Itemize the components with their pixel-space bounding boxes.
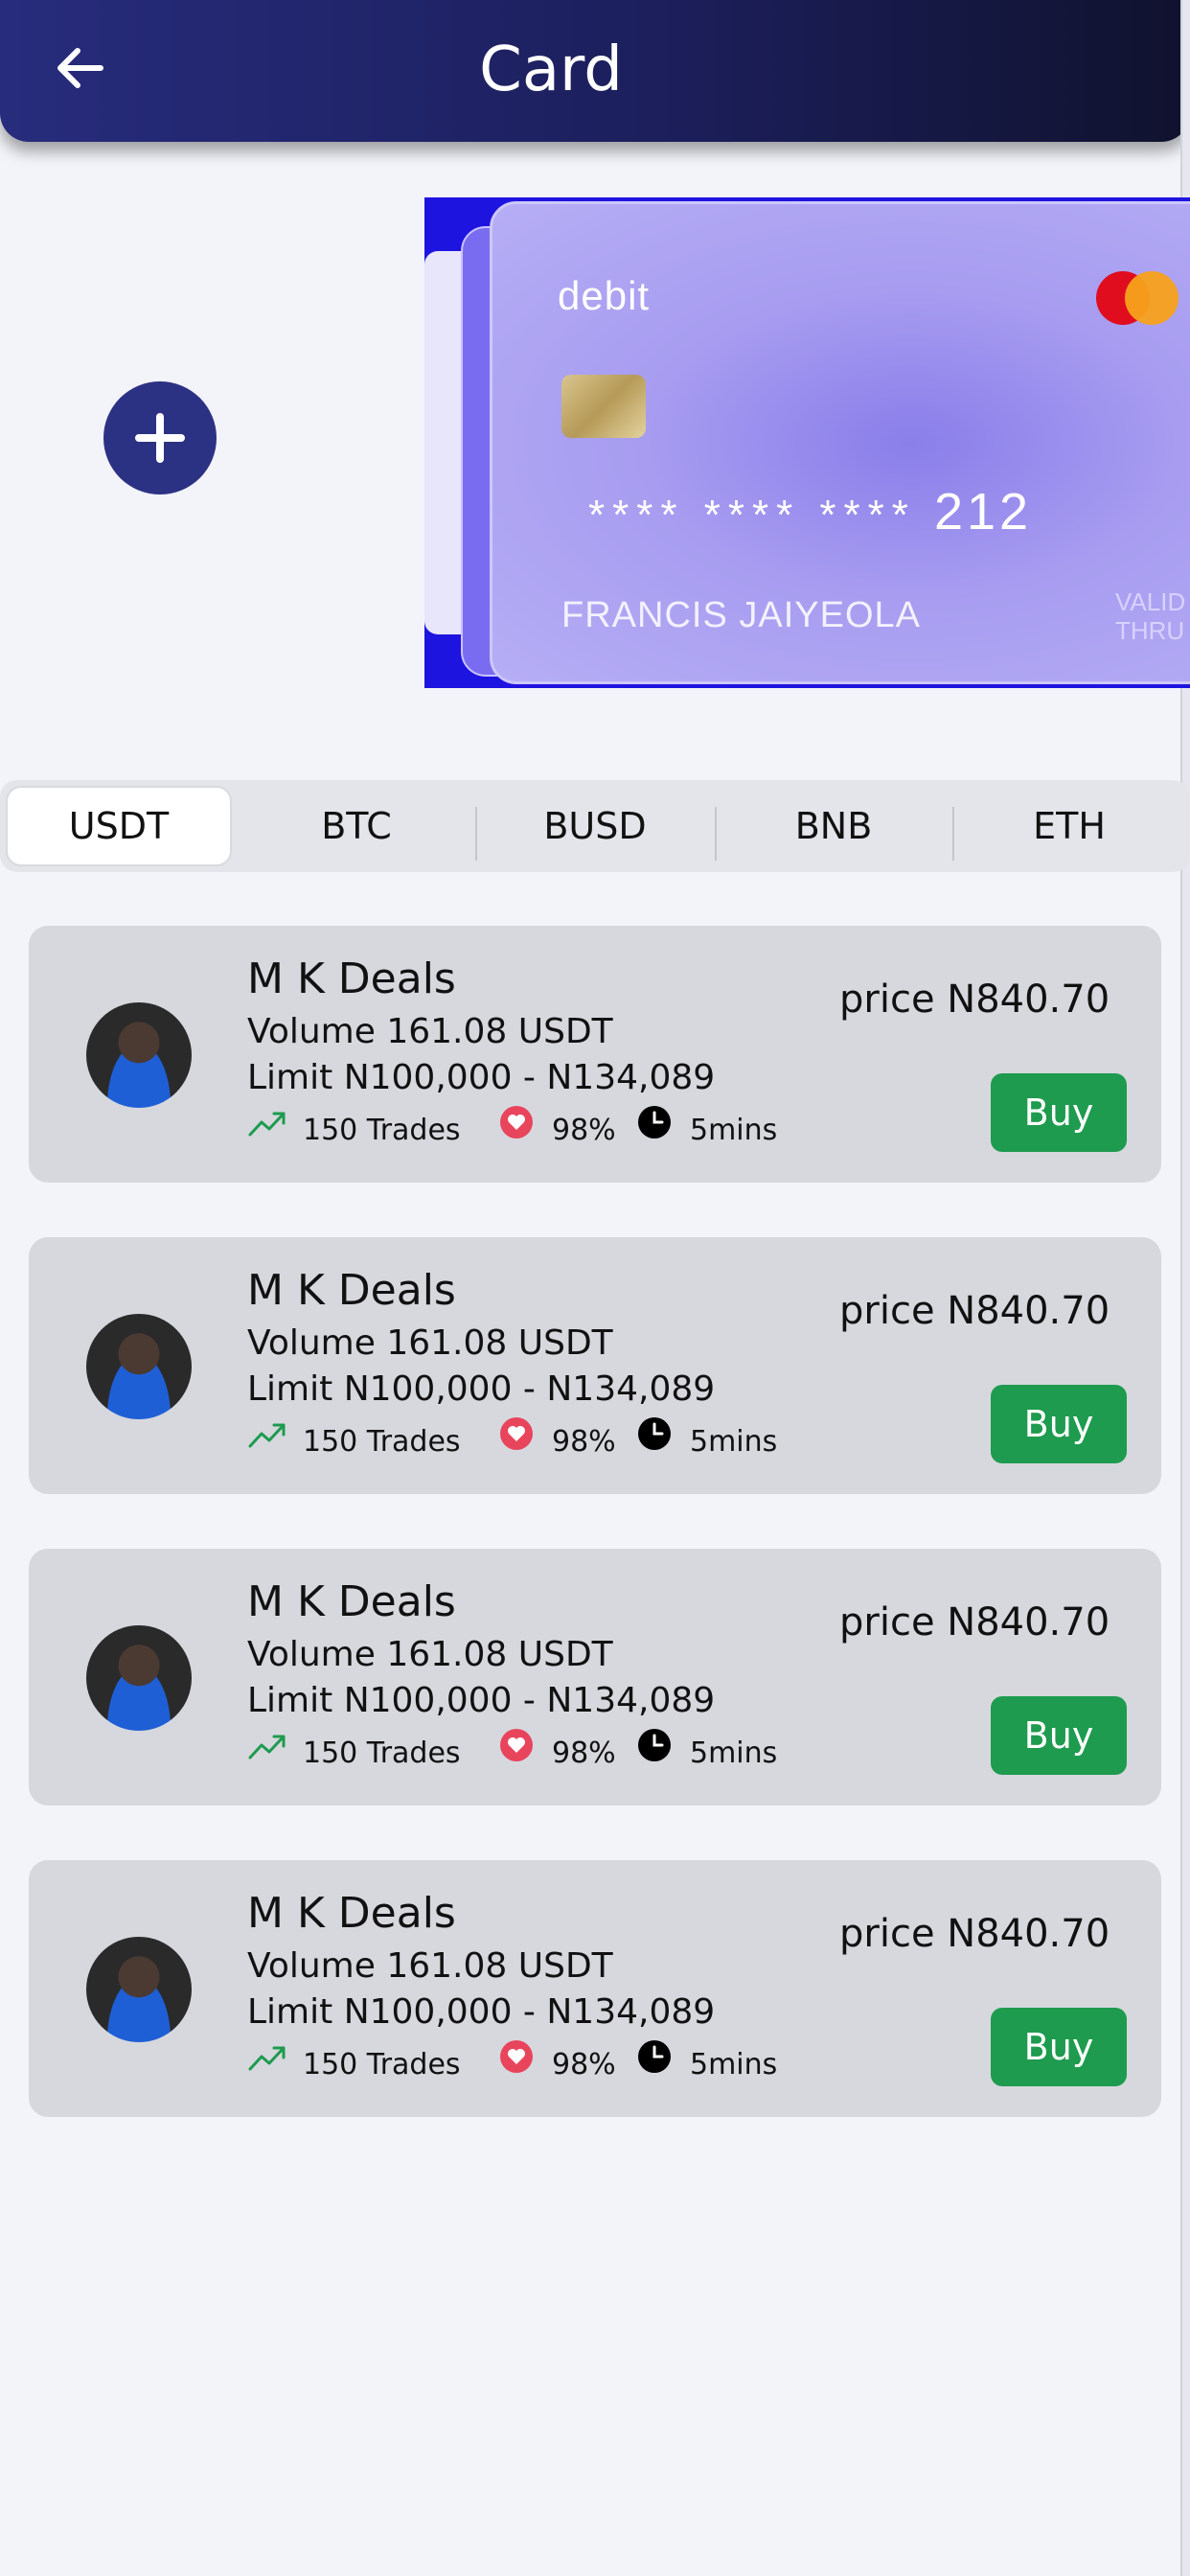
offer-limit: Limit N100,000 - N134,089: [247, 1992, 716, 2032]
plus-icon: [135, 413, 185, 463]
rating-percent: 98%: [552, 1425, 616, 1459]
offer-limit: Limit N100,000 - N134,089: [247, 1058, 716, 1097]
offer-stats: 150 Trades 98% 5mins: [247, 1417, 822, 1459]
offer-card: M K Deals Volume 161.08 USDT Limit N100,…: [29, 1860, 1161, 2117]
offer-stats: 150 Trades 98% 5mins: [247, 1729, 822, 1770]
merchant-name: M K Deals: [247, 954, 456, 1003]
response-time: 5mins: [690, 2048, 778, 2082]
trades-count: 150 Trades: [303, 1425, 461, 1459]
buy-button[interactable]: Buy: [991, 1073, 1127, 1152]
tab-eth[interactable]: ETH: [954, 786, 1184, 866]
offer-volume: Volume 161.08 USDT: [247, 1635, 613, 1674]
offer-volume: Volume 161.08 USDT: [247, 1323, 613, 1363]
trades-count: 150 Trades: [303, 2048, 461, 2082]
tab-busd[interactable]: BUSD: [477, 786, 713, 866]
rating-percent: 98%: [552, 1736, 616, 1770]
clock-icon: [638, 1106, 671, 1138]
card-number-masked: **** **** ****: [588, 492, 916, 539]
heart-icon: [500, 1106, 533, 1138]
mastercard-logo-icon: [1096, 271, 1190, 329]
rating-percent: 98%: [552, 2048, 616, 2082]
card-chip-icon: [561, 375, 646, 438]
thru-label: THRU: [1115, 616, 1185, 645]
card-carousel[interactable]: debit **** **** **** 212 FRANCIS JAIYEOL…: [424, 197, 1190, 688]
page-title: Card: [479, 34, 623, 105]
card-holder-name: FRANCIS JAIYEOLA: [561, 595, 921, 635]
heart-icon: [500, 2040, 533, 2073]
offer-card: M K Deals Volume 161.08 USDT Limit N100,…: [29, 926, 1161, 1183]
rating-percent: 98%: [552, 1114, 616, 1147]
trades-count: 150 Trades: [303, 1114, 461, 1147]
buy-button[interactable]: Buy: [991, 2008, 1127, 2086]
merchant-name: M K Deals: [247, 1266, 456, 1315]
avatar: [86, 1625, 192, 1731]
add-card-button[interactable]: [103, 381, 217, 494]
buy-button[interactable]: Buy: [991, 1385, 1127, 1463]
response-time: 5mins: [690, 1114, 778, 1147]
tab-btc[interactable]: BTC: [240, 786, 473, 866]
card-type-label: debit: [558, 273, 651, 318]
heart-icon: [500, 1417, 533, 1450]
currency-tabs: USDT BTC BUSD BNB ETH: [0, 780, 1190, 872]
heart-icon: [500, 1729, 533, 1761]
offer-price: price N840.70: [839, 1289, 1110, 1333]
card-number-suffix: 212: [933, 483, 1033, 540]
merchant-name: M K Deals: [247, 1577, 456, 1626]
card-valid-thru: VALID THRU: [1115, 587, 1185, 645]
response-time: 5mins: [690, 1736, 778, 1770]
response-time: 5mins: [690, 1425, 778, 1459]
trades-count: 150 Trades: [303, 1736, 461, 1770]
offer-stats: 150 Trades 98% 5mins: [247, 2040, 822, 2082]
merchant-name: M K Deals: [247, 1889, 456, 1938]
clock-icon: [638, 1417, 671, 1450]
debit-card[interactable]: debit **** **** **** 212 FRANCIS JAIYEOL…: [490, 201, 1190, 684]
app-header: Card: [0, 0, 1190, 142]
offer-card: M K Deals Volume 161.08 USDT Limit N100,…: [29, 1549, 1161, 1806]
tab-bnb[interactable]: BNB: [717, 786, 950, 866]
avatar: [86, 1002, 192, 1108]
buy-button[interactable]: Buy: [991, 1696, 1127, 1775]
offer-limit: Limit N100,000 - N134,089: [247, 1681, 716, 1720]
avatar: [86, 1937, 192, 2042]
tab-usdt[interactable]: USDT: [6, 786, 232, 866]
offer-volume: Volume 161.08 USDT: [247, 1012, 613, 1051]
offer-price: price N840.70: [839, 1600, 1110, 1644]
trending-up-icon: [248, 1423, 286, 1448]
offer-card: M K Deals Volume 161.08 USDT Limit N100,…: [29, 1237, 1161, 1494]
clock-icon: [638, 1729, 671, 1761]
offer-price: price N840.70: [839, 978, 1110, 1022]
card-number: **** **** **** 212: [588, 482, 1032, 541]
trending-up-icon: [248, 2046, 286, 2071]
offer-stats: 150 Trades 98% 5mins: [247, 1106, 822, 1147]
trending-up-icon: [248, 1735, 286, 1760]
offer-volume: Volume 161.08 USDT: [247, 1946, 613, 1986]
trending-up-icon: [248, 1112, 286, 1137]
clock-icon: [638, 2040, 671, 2073]
avatar: [86, 1314, 192, 1419]
offer-limit: Limit N100,000 - N134,089: [247, 1369, 716, 1409]
valid-label: VALID: [1115, 587, 1186, 616]
offer-price: price N840.70: [839, 1912, 1110, 1956]
